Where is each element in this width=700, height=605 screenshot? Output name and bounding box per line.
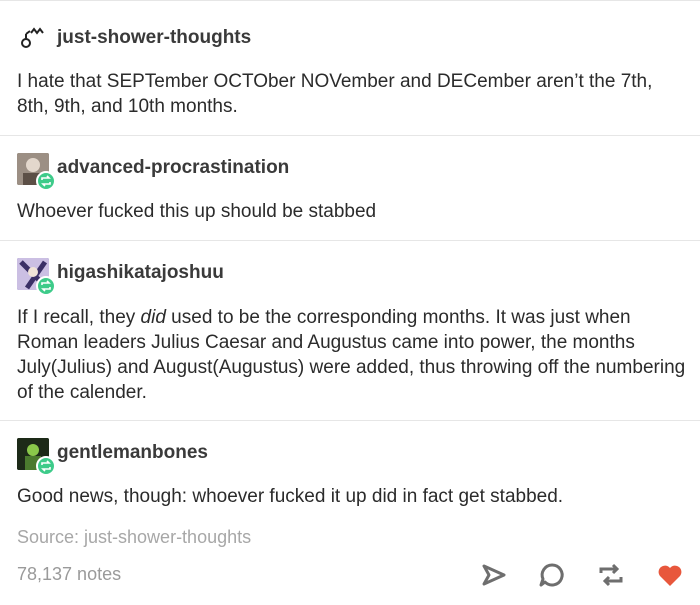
post-reblog: gentlemanbones Good news, though: whoeve… (0, 421, 700, 521)
post-header: higashikatajoshuu (17, 258, 677, 296)
post-username[interactable]: higashikatajoshuu (57, 262, 224, 284)
post-reblog: higashikatajoshuu If I recall, they did … (0, 241, 700, 421)
heart-icon (658, 565, 682, 586)
like-button[interactable] (656, 561, 684, 589)
post-header: just-shower-thoughts (17, 23, 677, 57)
share-button[interactable] (480, 561, 508, 589)
reblog-badge-icon (36, 276, 56, 296)
post-text: I hate that SEPTember OCTOber NOVember a… (17, 71, 653, 117)
post-text: Good news, though: whoever fucked it up … (17, 486, 564, 507)
post-text: Whoever fucked this up should be stabbed (17, 201, 377, 222)
post-text-emphasis: did (140, 307, 166, 328)
reblog-button[interactable] (597, 561, 625, 589)
post-username[interactable]: gentlemanbones (57, 442, 208, 464)
notes-count[interactable]: 78,137 notes (17, 564, 121, 585)
source-link[interactable]: Source: just-shower-thoughts (17, 527, 251, 548)
blog-avatar[interactable] (17, 23, 49, 55)
post-reblog: advanced-procrastination Whoever fucked … (0, 136, 700, 241)
post-original: just-shower-thoughts I hate that SEPTemb… (0, 0, 700, 136)
post-header: advanced-procrastination (17, 153, 677, 191)
reply-button[interactable] (538, 561, 566, 589)
post-username[interactable]: advanced-procrastination (57, 157, 289, 179)
post-text: If I recall, they did used to be the cor… (17, 305, 687, 405)
post-header: gentlemanbones (17, 438, 677, 476)
reblog-badge-icon (36, 171, 56, 191)
post-username[interactable]: just-shower-thoughts (57, 27, 251, 49)
share-icon (482, 564, 506, 586)
reblog-badge-icon (36, 456, 56, 476)
reply-icon (539, 563, 564, 587)
post-text-part: If I recall, they (17, 307, 141, 328)
reblog-icon (599, 563, 623, 587)
